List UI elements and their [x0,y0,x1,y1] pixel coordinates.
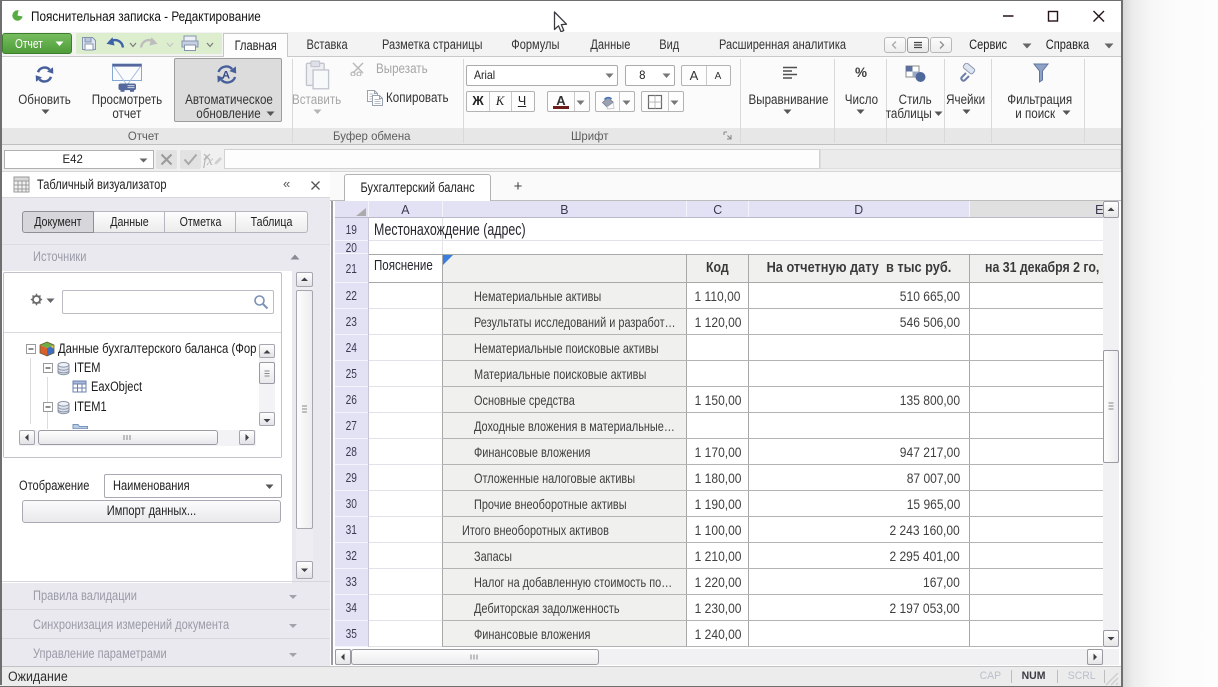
svg-text:A: A [222,69,230,81]
